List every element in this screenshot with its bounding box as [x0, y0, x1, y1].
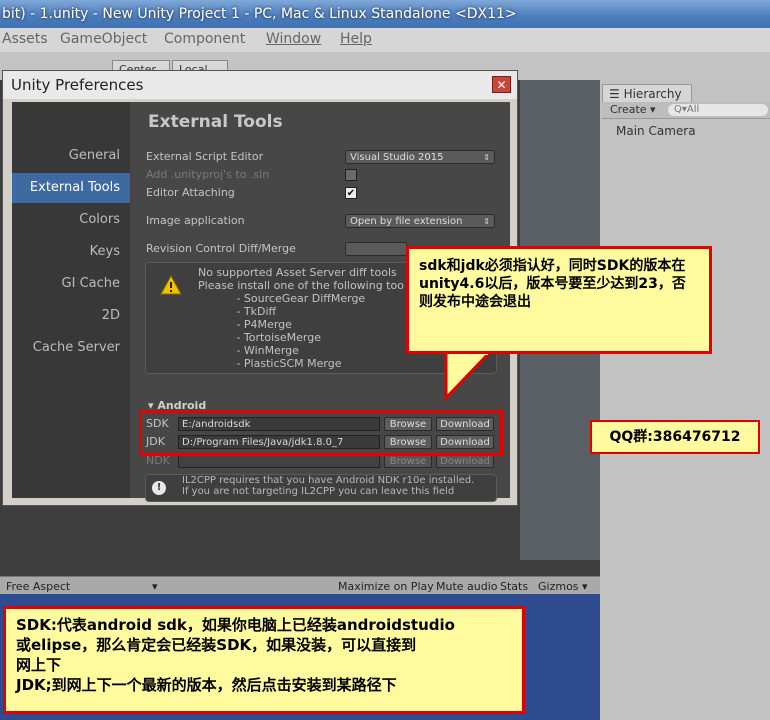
hierarchy-tab[interactable]: ☰ Hierarchy [602, 84, 692, 102]
sdk-jdk-highlight-box [139, 410, 503, 456]
menu-window[interactable]: Window [266, 31, 321, 47]
callout-pointer [444, 350, 494, 402]
updown-arrow-icon: ⇕ [483, 217, 490, 226]
editor-attaching-label: Editor Attaching [146, 186, 235, 199]
revision-control-label: Revision Control Diff/Merge [146, 242, 296, 255]
nav-item-general[interactable]: General [12, 141, 130, 171]
il2cpp-info-line: IL2CPP requires that you have Android ND… [182, 475, 475, 486]
nav-item-cache-server[interactable]: Cache Server [12, 333, 130, 363]
nav-item-external-tools[interactable]: External Tools [12, 173, 130, 203]
aspect-dropdown[interactable]: Free Aspect [6, 580, 70, 593]
image-app-label: Image application [146, 214, 245, 227]
qq-group-note: QQ群:386476712 [590, 420, 760, 454]
window-title-bar: bit) - 1.unity - New Unity Project 1 - P… [0, 0, 770, 28]
add-unityproj-label: Add .unityproj's to .sln [146, 168, 270, 181]
warning-line: Please install one of the following too [198, 279, 404, 292]
script-editor-label: External Script Editor [146, 150, 264, 163]
warning-line: - SourceGear DiffMerge [198, 292, 366, 305]
right-bottom-panel [600, 580, 770, 720]
close-button[interactable]: ✕ [492, 76, 511, 93]
hierarchy-item-main-camera[interactable]: Main Camera [616, 124, 696, 138]
mute-audio-toggle[interactable]: Mute audio [436, 580, 498, 593]
menu-assets[interactable]: Assets [2, 31, 48, 47]
ndk-browse-button[interactable]: Browse [384, 454, 432, 468]
ndk-path-field[interactable] [178, 454, 380, 468]
checkmark-icon: ✔ [346, 188, 356, 199]
warning-line: - TortoiseMerge [198, 331, 321, 344]
warning-icon [160, 274, 182, 299]
warning-line: - PlasticSCM Merge [198, 357, 342, 370]
note-line: 或elipse，那么肯定会已经装SDK，如果没装，可以直接到 [16, 636, 417, 654]
note-line: JDK;到网上下一个最新的版本，然后点击安装到某路径下 [16, 676, 397, 694]
aspect-arrow-icon: ▾ [152, 580, 158, 593]
image-app-dropdown[interactable]: Open by file extension ⇕ [345, 214, 495, 228]
ndk-download-button[interactable]: Download [436, 454, 494, 468]
game-view-toolbar: Free Aspect ▾ Maximize on Play Mute audi… [0, 576, 600, 595]
section-title: External Tools [148, 112, 283, 132]
image-app-value: Open by file extension [350, 216, 463, 227]
nav-item-colors[interactable]: Colors [12, 205, 130, 235]
editor-attaching-checkbox[interactable]: ✔ [345, 187, 357, 199]
menu-gameobject[interactable]: GameObject [60, 31, 147, 47]
warning-line: - TkDiff [198, 305, 277, 318]
script-editor-value: Visual Studio 2015 [350, 152, 444, 163]
nav-item-2d[interactable]: 2D [12, 301, 130, 331]
info-icon: ! [152, 481, 166, 495]
revision-control-dropdown[interactable] [345, 242, 407, 256]
maximize-on-play-toggle[interactable]: Maximize on Play [338, 580, 434, 593]
warning-line: - P4Merge [198, 318, 292, 331]
warning-line: - WinMerge [198, 344, 299, 357]
note-line: 网上下 [16, 656, 62, 674]
sdk-jdk-callout: sdk和jdk必须指认好，同时SDK的版本在unity4.6以后，版本号要至少达… [406, 246, 712, 354]
menu-component[interactable]: Component [164, 31, 245, 47]
add-unityproj-checkbox[interactable] [345, 169, 357, 181]
stats-toggle[interactable]: Stats [500, 580, 528, 593]
il2cpp-info-line: If you are not targeting IL2CPP you can … [182, 486, 455, 497]
nav-item-gi-cache[interactable]: GI Cache [12, 269, 130, 299]
menu-help[interactable]: Help [340, 31, 372, 47]
hierarchy-search-input[interactable]: Q▾All [668, 104, 768, 116]
menu-bar: Assets GameObject Component Window Help [0, 28, 770, 52]
nav-item-keys[interactable]: Keys [12, 237, 130, 267]
sdk-jdk-explanation-note: SDK:代表android sdk，如果你电脑上已经装androidstudio… [3, 606, 525, 714]
create-dropdown[interactable]: Create ▾ [610, 102, 656, 118]
preferences-title: Unity Preferences [3, 71, 517, 99]
warning-line: No supported Asset Server diff tools [198, 266, 397, 279]
updown-arrow-icon: ⇕ [483, 153, 490, 162]
note-line: SDK:代表android sdk，如果你电脑上已经装androidstudio [16, 616, 455, 634]
hierarchy-tab-label: Hierarchy [623, 87, 682, 101]
script-editor-dropdown[interactable]: Visual Studio 2015 ⇕ [345, 150, 495, 164]
list-icon: ☰ [609, 87, 624, 101]
gizmos-dropdown[interactable]: Gizmos ▾ [538, 580, 588, 593]
